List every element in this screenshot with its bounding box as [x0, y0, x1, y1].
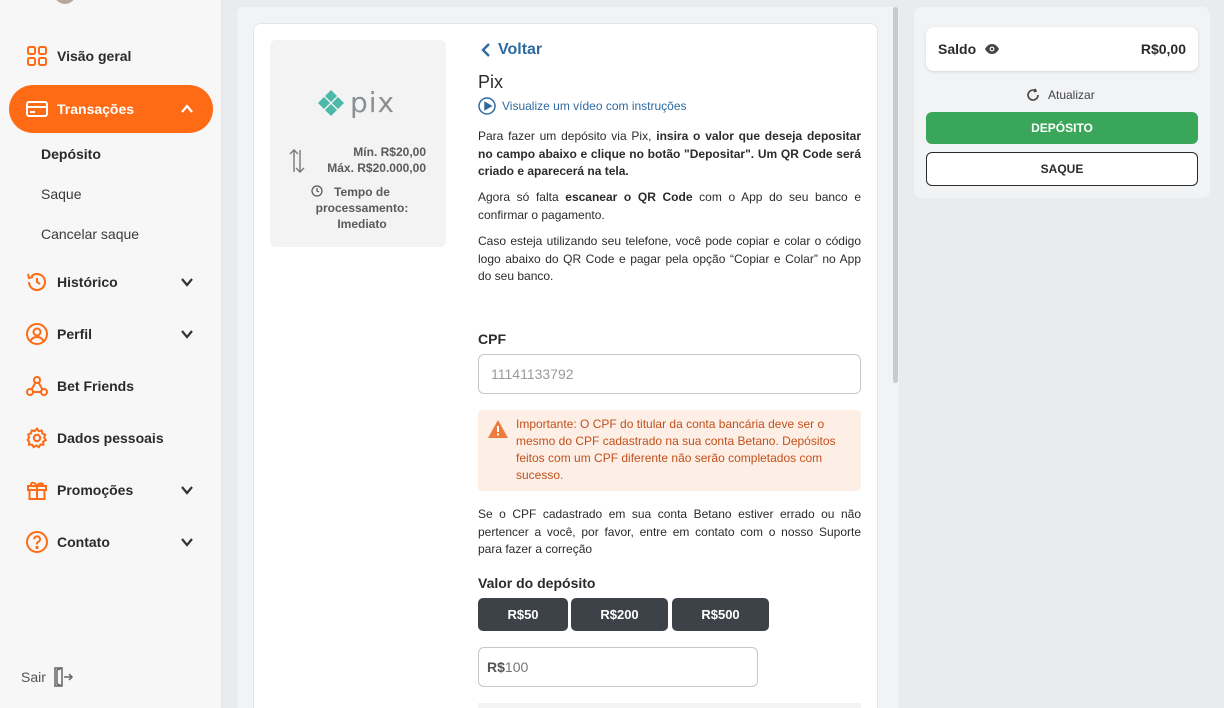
chevron-left-icon: [481, 43, 490, 57]
subitem-deposit[interactable]: Depósito: [41, 146, 101, 162]
video-instructions-link[interactable]: Visualize um vídeo com instruções: [478, 97, 687, 115]
balance-label: Saldo: [938, 41, 977, 57]
instructions-paragraph-1: Para fazer um depósito via Pix, insira o…: [478, 128, 861, 181]
processing-text: Tempo de processamento: Imediato: [315, 185, 409, 231]
arrows-icon: [288, 147, 306, 180]
back-label: Voltar: [498, 41, 543, 58]
p1-text: Para fazer um depósito via Pix,: [478, 129, 657, 143]
back-link[interactable]: Voltar: [480, 41, 542, 59]
logout-label: Sair: [21, 669, 46, 685]
clock-icon: [311, 185, 323, 197]
amount-chip-500[interactable]: R$500: [672, 598, 769, 631]
video-link-label: Visualize um vídeo com instruções: [502, 99, 687, 113]
subitem-withdraw[interactable]: Saque: [41, 186, 81, 202]
logout-icon: [54, 667, 73, 687]
page-title: Pix: [478, 72, 504, 92]
logout-button[interactable]: Sair: [21, 666, 74, 688]
amount-value: 100: [504, 659, 529, 675]
chevron-down-icon: [181, 538, 193, 547]
scrollbar[interactable]: [893, 7, 898, 383]
balance-value: R$0,00: [1140, 41, 1186, 57]
withdraw-button[interactable]: SAQUE: [926, 152, 1198, 186]
sidebar-item-contact[interactable]: Contato: [9, 518, 213, 566]
sidebar-item-label: Contato: [57, 534, 110, 550]
user-icon: [25, 322, 49, 346]
p2-bold: escanear o QR Code: [565, 190, 693, 204]
chevron-down-icon: [181, 278, 193, 287]
sidebar-item-transactions[interactable]: Transações: [9, 85, 213, 133]
processing-time: Tempo de processamento: Imediato: [282, 184, 434, 232]
instructions-paragraph-3: Caso esteja utilizando seu telefone, voc…: [478, 234, 861, 283]
balance-label-row: Saldo: [938, 41, 1000, 57]
chevron-down-icon: [181, 330, 193, 339]
currency-prefix: R$: [487, 659, 505, 675]
next-section-edge: [478, 703, 861, 708]
sidebar-item-label: Perfil: [57, 326, 93, 342]
cpf-correction-paragraph: Se o CPF cadastrado em sua conta Betano …: [478, 507, 861, 556]
eye-icon[interactable]: [984, 43, 1000, 55]
grid-icon: [25, 44, 49, 68]
deposit-button[interactable]: DEPÓSITO: [926, 112, 1198, 144]
cpf-input[interactable]: [478, 354, 861, 394]
refresh-button[interactable]: Atualizar: [1026, 88, 1095, 102]
instructions-paragraph-2: Agora só falta escanear o QR Code com o …: [478, 189, 861, 224]
sidebar-item-label: Dados pessoais: [57, 430, 164, 446]
card-icon: [25, 97, 49, 121]
help-icon: [25, 530, 49, 554]
sidebar-item-label: Promoções: [57, 482, 134, 498]
amount-input[interactable]: R$ 100: [478, 647, 758, 687]
sidebar-item-label: Transações: [57, 101, 135, 117]
gear-icon: [25, 426, 49, 450]
sidebar-item-label: Bet Friends: [57, 378, 135, 394]
sidebar-item-overview[interactable]: Visão geral: [9, 32, 213, 80]
warning-text: Importante: O CPF do titular da conta ba…: [516, 417, 836, 482]
pix-logo: pix: [316, 86, 395, 119]
refresh-label: Atualizar: [1048, 88, 1095, 102]
history-icon: [25, 270, 49, 294]
pix-wordmark: pix: [350, 86, 396, 119]
warning-icon: [488, 420, 508, 438]
play-icon: [478, 97, 496, 115]
deposit-value-label: Valor do depósito: [478, 575, 596, 591]
sidebar-item-personal-data[interactable]: Dados pessoais: [9, 414, 213, 462]
sidebar-item-label: Histórico: [57, 274, 118, 290]
gift-icon: [25, 478, 49, 502]
sidebar-item-history[interactable]: Histórico: [9, 258, 213, 306]
subitem-cancel-withdraw[interactable]: Cancelar saque: [41, 226, 139, 242]
sidebar-item-bet-friends[interactable]: Bet Friends: [9, 362, 213, 410]
avatar[interactable]: [54, 0, 76, 4]
sidebar-item-label: Visão geral: [57, 48, 132, 64]
amount-chip-50[interactable]: R$50: [478, 598, 568, 631]
pix-icon: [318, 89, 344, 116]
max-limit: Máx. R$20.000,00: [327, 161, 426, 175]
chevron-down-icon: [181, 486, 193, 495]
deposit-limits: Mín. R$20,00 Máx. R$20.000,00: [314, 144, 426, 176]
sidebar-item-promotions[interactable]: Promoções: [9, 466, 213, 514]
sidebar: Visão geral Transações Depósito Saque Ca…: [0, 0, 222, 708]
min-limit: Mín. R$20,00: [353, 145, 426, 159]
balance-card: Saldo R$0,00: [926, 27, 1198, 71]
refresh-icon: [1027, 88, 1039, 101]
cpf-warning: Importante: O CPF do titular da conta ba…: [478, 410, 861, 491]
amount-chip-200[interactable]: R$200: [571, 598, 668, 631]
p2-text: Agora só falta: [478, 190, 566, 204]
chevron-up-icon: [181, 104, 193, 113]
sidebar-item-profile[interactable]: Perfil: [9, 310, 213, 358]
cpf-label: CPF: [478, 331, 506, 347]
friends-icon: [25, 374, 49, 398]
